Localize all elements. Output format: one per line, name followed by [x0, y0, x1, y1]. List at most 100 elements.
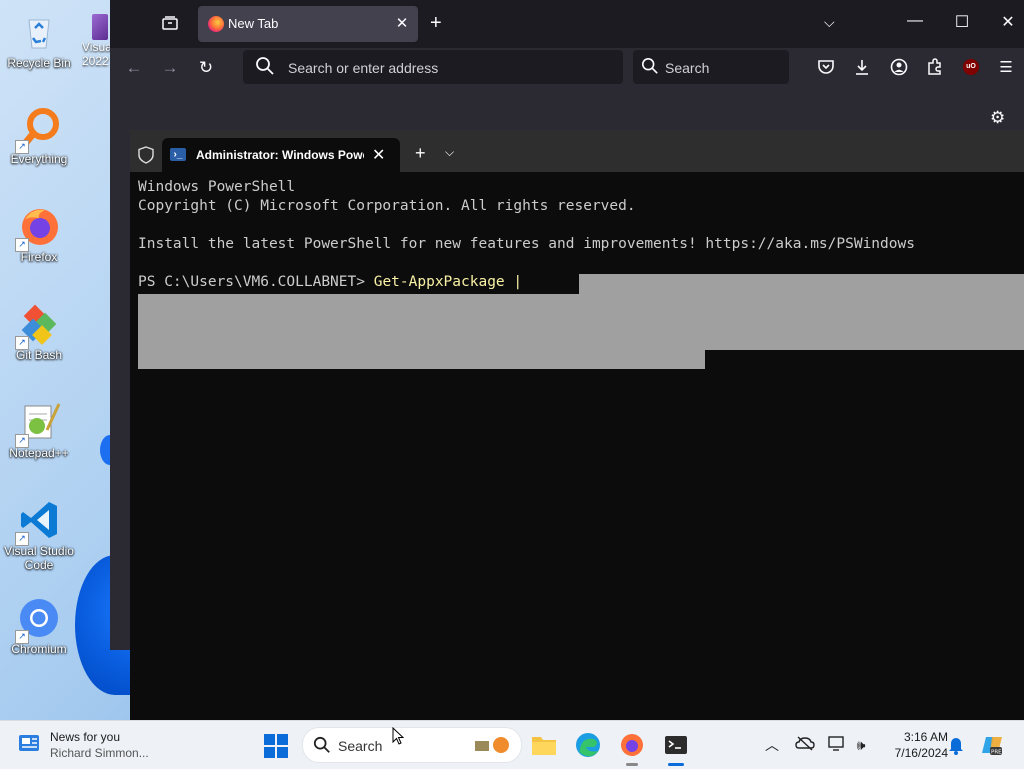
terminal-tab-bar: ›_ Administrator: Windows PowerShell ✕ +… [130, 130, 1024, 172]
close-window-icon[interactable]: ✕ [993, 12, 1023, 32]
reload-icon[interactable]: ↻ [194, 56, 218, 80]
news-widget[interactable]: News for you Richard Simmon... [18, 729, 168, 761]
prompt-symbol: > [356, 274, 365, 290]
selection-highlight [138, 294, 1024, 350]
firefox-icon [621, 734, 643, 756]
address-bar[interactable]: Search or enter address [243, 50, 623, 84]
selection-highlight [138, 350, 705, 369]
vscode-icon: ↗ [15, 498, 61, 546]
shortcut-arrow-icon: ↗ [15, 532, 29, 546]
ublock-icon[interactable]: uO [963, 59, 979, 75]
news-title: News for you [50, 730, 121, 744]
output-line: Copyright (C) Microsoft Corporation. All… [138, 198, 636, 214]
desktop-icon-label: Chromium [11, 642, 67, 656]
clock-time: 3:16 AM [903, 730, 948, 744]
chevron-down-icon[interactable]: ⌵ [445, 145, 454, 160]
close-tab-icon[interactable]: ✕ [372, 145, 385, 165]
folder-icon [532, 737, 556, 755]
minimize-icon[interactable]: — [900, 12, 930, 30]
shortcut-arrow-icon: ↗ [15, 336, 29, 350]
shortcut-arrow-icon: ↗ [15, 238, 29, 252]
shortcut-arrow-icon: ↗ [15, 630, 29, 644]
terminal-tab-powershell[interactable]: ›_ Administrator: Windows PowerShell ✕ [162, 138, 400, 172]
search-icon [641, 57, 659, 75]
desktop-icon-label: Git Bash [15, 348, 63, 362]
desktop-icon-label: Visual Studio Code [4, 544, 74, 572]
notepad-plus-plus-icon: ↗ [15, 400, 61, 448]
desktop-icon-vscode[interactable]: ↗ Visual Studio Code [4, 498, 74, 572]
taskbar-edge[interactable] [572, 729, 604, 761]
desktop-icon-label: Recycle Bin [7, 56, 71, 70]
recycle-bin-icon [17, 10, 61, 54]
firefox-tab-favicon-icon [208, 16, 224, 32]
visual-studio-icon [92, 14, 108, 40]
edge-icon [576, 733, 600, 757]
desktop-icon-label: Everything [10, 152, 68, 166]
clock-date: 7/16/2024 [894, 746, 948, 760]
copilot-icon[interactable]: PRE [980, 733, 1004, 757]
firefox-navigation-bar: ← → ↻ Search or enter address Search uO [110, 48, 1024, 88]
notification-bell-icon[interactable] [948, 735, 964, 755]
forward-icon[interactable]: → [158, 56, 182, 80]
start-button[interactable] [264, 734, 288, 758]
volume-icon[interactable]: 🕪 [851, 735, 871, 755]
taskbar-search[interactable]: Search [302, 727, 522, 763]
search-placeholder: Search [665, 60, 710, 76]
taskbar: News for you Richard Simmon... Search ︿ … [0, 720, 1024, 769]
firefox-tab-new-tab[interactable]: New Tab ✕ [198, 6, 418, 42]
tab-title: Administrator: Windows PowerShell [196, 148, 364, 162]
new-tab-button[interactable]: + [415, 144, 426, 162]
desktop-icon-recycle-bin[interactable]: Recycle Bin [4, 10, 74, 70]
desktop-icon-git-bash[interactable]: ↗ Git Bash [4, 302, 74, 362]
chevron-down-icon[interactable]: ⌵ [824, 14, 835, 31]
back-icon[interactable]: ← [122, 56, 146, 80]
settings-gear-icon[interactable]: ⚙ [990, 108, 1005, 128]
firefox-tab-bar: New Tab ✕ + ⌵ — ☐ ✕ [110, 0, 1024, 48]
taskbar-firefox[interactable] [616, 729, 648, 766]
search-placeholder: Search [338, 738, 383, 754]
search-highlight-icon [475, 735, 511, 755]
powershell-icon: ›_ [170, 148, 186, 161]
new-tab-button[interactable]: + [430, 13, 442, 33]
news-icon [18, 733, 42, 755]
shortcut-arrow-icon: ↗ [15, 434, 29, 448]
running-indicator [626, 763, 638, 766]
onedrive-offline-icon[interactable] [795, 735, 815, 755]
menu-icon[interactable]: ☰ [996, 58, 1016, 78]
downloads-icon[interactable] [852, 58, 872, 78]
extensions-icon[interactable] [925, 58, 945, 78]
command-text: Get-AppxPackage | [364, 274, 523, 290]
taskbar-file-explorer[interactable] [528, 729, 560, 761]
close-tab-icon[interactable]: ✕ [394, 14, 410, 32]
shield-icon [138, 146, 154, 164]
output-line: Install the latest PowerShell for new fe… [138, 236, 915, 252]
network-icon[interactable] [827, 735, 847, 755]
news-subtitle: Richard Simmon... [50, 746, 149, 760]
chevron-up-icon[interactable]: ︿ [762, 735, 782, 755]
maximize-icon[interactable]: ☐ [947, 12, 977, 32]
list-all-tabs-icon[interactable] [160, 14, 180, 34]
search-icon [313, 736, 331, 754]
search-bar[interactable]: Search [633, 50, 789, 84]
git-bash-icon: ↗ [15, 302, 61, 350]
desktop-icon-visual-studio-partial[interactable]: Visual 2022 [82, 14, 110, 89]
terminal-window: ›_ Administrator: Windows PowerShell ✕ +… [130, 130, 1024, 720]
selection-highlight [579, 274, 1024, 294]
search-icon [255, 56, 275, 76]
system-clock[interactable]: 3:16 AM 7/16/2024 [880, 729, 948, 761]
terminal-icon [665, 736, 687, 754]
pocket-icon[interactable] [816, 58, 836, 78]
tab-title: New Tab [228, 16, 279, 31]
desktop-icon-label: Notepad++ [9, 446, 69, 460]
desktop-icon-firefox[interactable]: ↗ Firefox [4, 204, 74, 264]
account-icon[interactable] [889, 58, 909, 78]
desktop-icon-everything[interactable]: ↗ Everything [4, 106, 74, 166]
desktop-icon-label: Visual 2022 [82, 40, 110, 68]
taskbar-terminal[interactable] [660, 729, 692, 766]
prompt-path: PS C:\Users\VM6.COLLABNET [138, 274, 357, 290]
desktop-icon-notepad-plus-plus[interactable]: ↗ Notepad++ [4, 400, 74, 460]
desktop-icon-chromium[interactable]: ↗ Chromium [4, 596, 74, 656]
chromium-icon: ↗ [15, 596, 61, 644]
